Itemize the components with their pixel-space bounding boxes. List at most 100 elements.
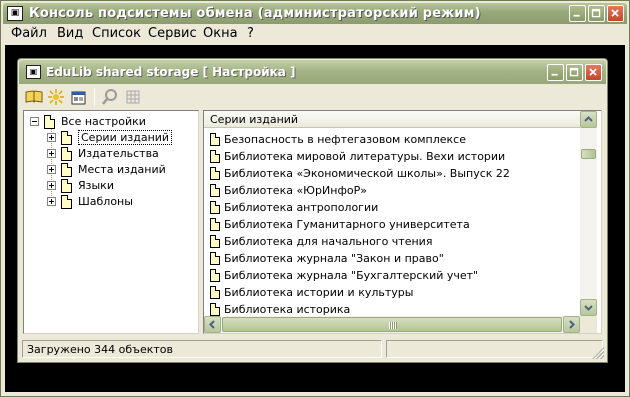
settings-tree[interactable]: Все настройки Серии изданий Издательства… [23,110,199,334]
page-icon [61,130,72,145]
folder-page-icon [44,114,55,129]
page-icon [210,286,220,299]
grid-button[interactable] [123,87,143,107]
menu-view[interactable]: Вид [57,26,83,41]
horizontal-scroll-thumb[interactable] [222,317,562,332]
menu-file[interactable]: Файл [11,26,47,41]
tree-item-languages[interactable]: Языки [47,178,114,193]
status-bar: Загружено 344 объектов [20,338,605,360]
settings-window-title: EduLib shared storage [ Настройка ] [46,65,296,79]
page-icon [210,184,220,197]
properties-button[interactable] [69,87,89,107]
list-item-label: Библиотека «Экономической школы». Выпуск… [224,167,510,180]
page-icon [210,235,220,248]
tree-item-label: Места изданий [78,163,166,176]
page-icon [210,133,220,146]
page-icon [210,252,220,265]
page-icon [210,269,220,282]
minimize-icon [573,14,580,17]
tree-item-publishers[interactable]: Издательства [47,146,159,161]
settings-window: ▣ EduLib shared storage [ Настройка ] Вс… [17,58,608,363]
inner-minimize-button[interactable] [547,64,564,81]
status-cell-main: Загружено 344 объектов [22,340,382,358]
page-icon [210,167,220,180]
list-item[interactable]: Библиотека Гуманитарного университета [204,216,580,233]
list-item-label: Библиотека «ЮрИнфоР» [224,184,367,197]
vertical-scroll-thumb[interactable] [581,149,596,159]
expand-toggle[interactable] [47,149,56,158]
list-item-label: Безопасность в нефтегазовом комплексе [224,133,466,146]
menu-service[interactable]: Сервис [148,26,197,41]
collapse-toggle[interactable] [30,117,39,126]
settings-burst-button[interactable] [46,87,66,107]
list-item[interactable]: Библиотека историка [204,301,580,316]
open-book-button[interactable] [24,87,44,107]
list-item-label: Библиотека историка [224,303,351,316]
expand-toggle[interactable] [47,133,56,142]
page-icon [61,162,72,177]
inner-maximize-button[interactable] [566,64,583,81]
resize-grip[interactable] [592,347,604,359]
list-item[interactable]: Библиотека для начального чтения [204,233,580,250]
scroll-left-button[interactable] [204,316,221,333]
inner-close-button[interactable] [585,64,602,81]
tree-item-label: Серии изданий [78,130,173,145]
app-icon[interactable]: ▣ [7,6,23,21]
list-item[interactable]: Безопасность в нефтегазовом комплексе [204,131,580,148]
tree-item-templates[interactable]: Шаблоны [47,194,133,209]
page-icon [210,201,220,214]
expand-toggle[interactable] [47,165,56,174]
vertical-scrollbar[interactable] [580,111,597,316]
scroll-grip [389,322,397,329]
tree-item-label: Издательства [78,147,159,160]
toolbar-separator [94,88,95,106]
close-icon [589,68,597,76]
menu-help[interactable]: ? [247,26,254,41]
scroll-right-button[interactable] [563,316,580,333]
chevron-down-icon [584,305,593,311]
status-cell-secondary [386,340,603,358]
search-button[interactable] [100,87,120,107]
chevron-left-icon [209,320,215,329]
open-book-icon [25,90,43,103]
chevron-right-icon [569,320,575,329]
tree-item-root[interactable]: Все настройки [30,114,146,129]
page-icon [210,150,220,163]
horizontal-scrollbar[interactable] [204,316,580,333]
expand-toggle[interactable] [47,181,56,190]
list-item[interactable]: Библиотека мировой литературы. Вехи исто… [204,148,580,165]
list-item[interactable]: Библиотека «ЮрИнфоР» [204,182,580,199]
main-title-bar[interactable]: ▣ Консоль подсистемы обмена (администрат… [3,3,627,24]
expand-toggle[interactable] [47,197,56,206]
maximize-button[interactable] [588,5,605,22]
minimize-button[interactable] [569,5,586,22]
window-icon[interactable]: ▣ [26,65,41,79]
series-list[interactable]: Серии изданий Безопасность в нефтегазово… [203,110,602,334]
properties-icon [71,91,86,105]
page-icon [210,303,220,316]
column-header[interactable]: Серии изданий [204,111,580,128]
tree-item-label: Все настройки [61,115,146,128]
list-item-label: Библиотека для начального чтения [224,235,433,248]
maximize-icon [591,8,601,18]
list-item[interactable]: Библиотека «Экономической школы». Выпуск… [204,165,580,182]
menu-list[interactable]: Список [92,26,141,41]
tree-item-places[interactable]: Места изданий [47,162,166,177]
settings-title-bar[interactable]: ▣ EduLib shared storage [ Настройка ] [19,60,606,84]
scroll-corner [580,316,597,333]
list-item-label: Библиотека антропологии [224,201,379,214]
settings-burst-icon [48,89,64,105]
close-icon [611,9,619,17]
page-icon [61,146,72,161]
list-item-label: Библиотека истории и культуры [224,286,414,299]
tree-item-series[interactable]: Серии изданий [47,130,173,145]
scroll-down-button[interactable] [580,299,597,316]
list-item[interactable]: Библиотека журнала "Бухгалтерский учет" [204,267,580,284]
list-item[interactable]: Библиотека истории и культуры [204,284,580,301]
list-item[interactable]: Библиотека антропологии [204,199,580,216]
search-icon [102,89,117,105]
scroll-up-button[interactable] [580,111,597,128]
menu-windows[interactable]: Окна [203,26,238,41]
close-button[interactable] [607,5,624,22]
list-item[interactable]: Библиотека журнала "Закон и право" [204,250,580,267]
